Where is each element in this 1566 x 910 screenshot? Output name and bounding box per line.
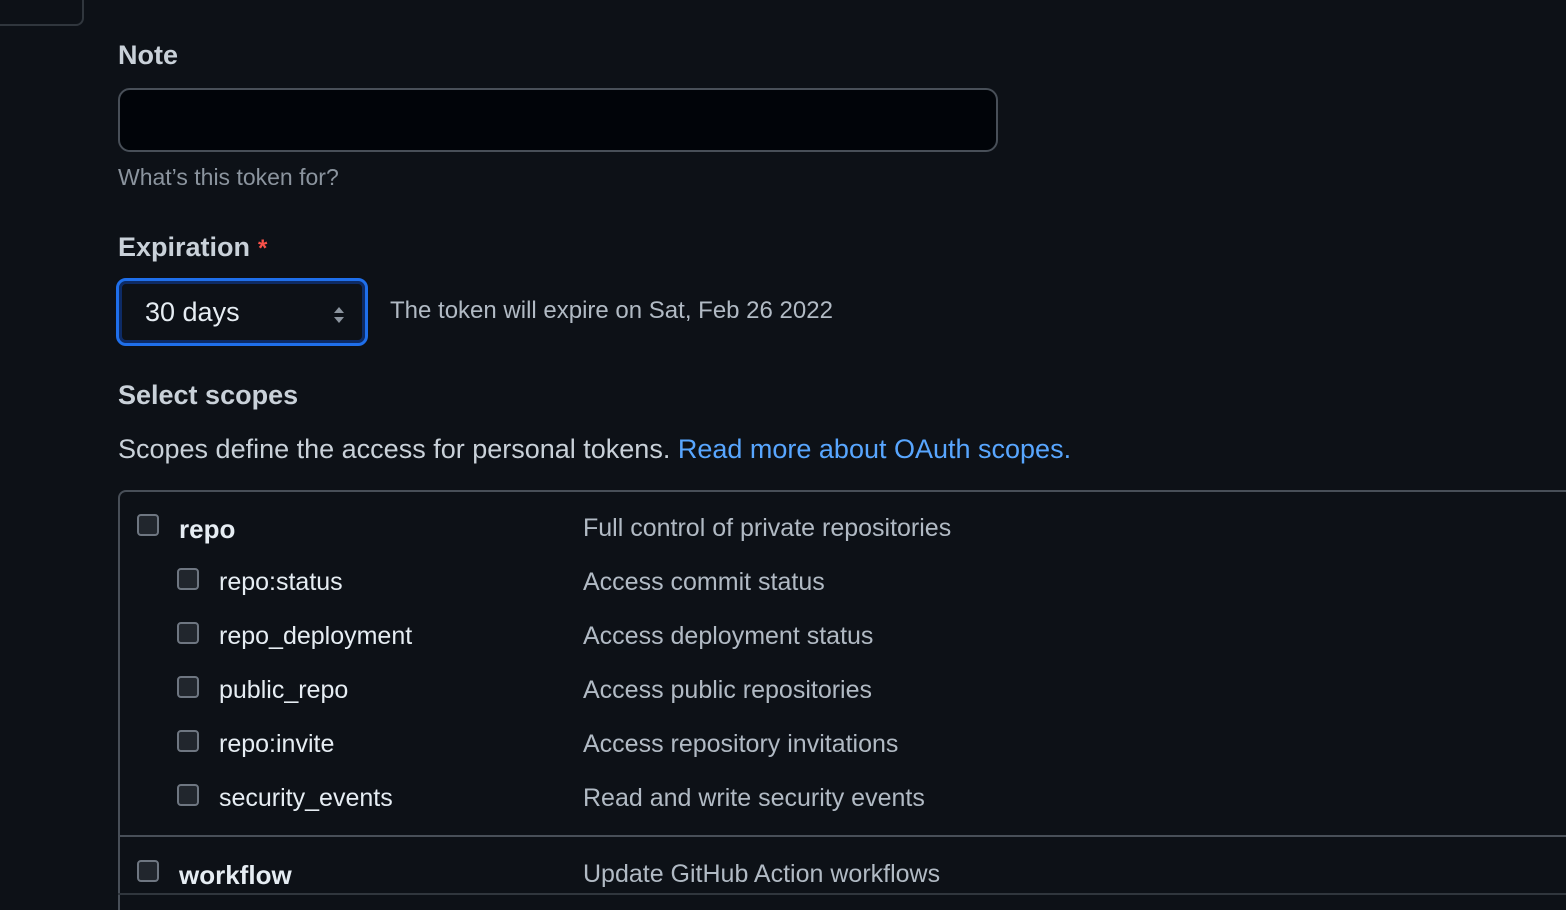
oauth-scopes-link[interactable]: Read more about OAuth scopes.	[678, 434, 1071, 464]
select-arrows-icon	[334, 307, 344, 323]
scope-description: Access deployment status	[583, 622, 874, 650]
scope-row-repo-invite: repo:invite Access repository invitation…	[0, 726, 1566, 766]
expiration-selected-value: 30 days	[145, 296, 240, 327]
scopes-intro: Scopes define the access for personal to…	[118, 434, 1071, 465]
expiration-description: The token will expire on Sat, Feb 26 202…	[390, 297, 833, 324]
scope-row-repo-deployment: repo_deployment Access deployment status	[0, 618, 1566, 658]
scope-description: Access repository invitations	[583, 730, 899, 758]
scope-name: repo:invite	[219, 730, 335, 758]
scope-checkbox-public-repo[interactable]	[177, 676, 199, 698]
scope-name: security_events	[219, 784, 393, 812]
scope-name: repo:status	[219, 568, 343, 596]
scope-checkbox-repo-status[interactable]	[177, 568, 199, 590]
scope-checkbox-repo[interactable]	[137, 514, 159, 536]
scope-description: Read and write security events	[583, 784, 925, 812]
scope-row-repo-status: repo:status Access commit status	[0, 564, 1566, 604]
scope-row-workflow: workflow Update GitHub Action workflows	[0, 856, 1566, 896]
scope-group-divider	[118, 835, 1566, 837]
expiration-label-text: Expiration	[118, 232, 251, 262]
scope-row-public-repo: public_repo Access public repositories	[0, 672, 1566, 712]
scope-name: repo_deployment	[219, 622, 413, 650]
note-hint: What’s this token for?	[118, 164, 339, 190]
scope-checkbox-repo-invite[interactable]	[177, 730, 199, 752]
scope-name: workflow	[179, 860, 292, 890]
scope-row-security-events: security_events Read and write security …	[0, 780, 1566, 820]
scope-description: Update GitHub Action workflows	[583, 860, 941, 888]
scope-name: repo	[179, 514, 236, 544]
expiration-label: Expiration *	[118, 232, 267, 263]
scope-description: Access commit status	[583, 568, 825, 596]
scope-name: public_repo	[219, 676, 349, 704]
note-label-text: Note	[118, 40, 178, 70]
scope-description: Access public repositories	[583, 676, 873, 704]
scope-checkbox-workflow[interactable]	[137, 860, 159, 882]
note-label: Note	[118, 40, 178, 71]
scope-checkbox-repo-deployment[interactable]	[177, 622, 199, 644]
scope-row-repo: repo Full control of private repositorie…	[0, 510, 1566, 550]
required-mark: *	[258, 235, 268, 262]
top-left-button-edge	[0, 0, 84, 26]
scopes-title: Select scopes	[118, 380, 299, 410]
scope-group-divider-bottom	[118, 893, 1566, 895]
note-input[interactable]	[118, 88, 998, 152]
scopes-intro-text: Scopes define the access for personal to…	[118, 434, 671, 464]
expiration-select[interactable]: 30 days	[116, 278, 368, 346]
scope-checkbox-security-events[interactable]	[177, 784, 199, 806]
scope-description: Full control of private repositories	[583, 514, 952, 542]
